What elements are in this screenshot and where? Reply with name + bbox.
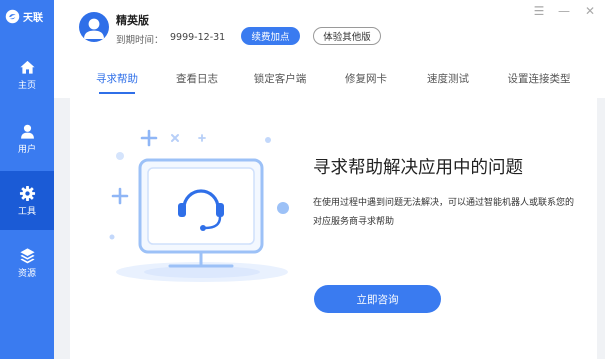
avatar-user-icon	[84, 18, 104, 39]
tab-help[interactable]: 寻求帮助	[96, 71, 138, 86]
content-area: 寻求帮助解决应用中的问题 在使用过程中遇到问题无法解决，可以通过智能机器人或联系…	[54, 98, 605, 359]
minimize-icon[interactable]: —	[557, 4, 571, 18]
close-icon[interactable]: ✕	[583, 4, 597, 18]
logo-text: 天联	[23, 12, 43, 24]
sidebar-item-label: 用户	[17, 144, 36, 155]
help-card: 寻求帮助解决应用中的问题 在使用过程中遇到问题无法解决，可以通过智能机器人或联系…	[70, 98, 597, 359]
help-title: 寻求帮助解决应用中的问题	[313, 158, 523, 178]
sidebar-item-tools[interactable]: 工具	[0, 171, 54, 230]
consult-now-button[interactable]: 立即咨询	[314, 285, 441, 313]
tab-connection-type[interactable]: 设置连接类型	[508, 71, 571, 86]
sidebar-item-home[interactable]: 主页	[0, 45, 54, 104]
layers-icon	[19, 247, 35, 263]
active-tab-indicator	[99, 92, 135, 94]
account-header: 精英版 到期时间： 9999-12-31 续费加点 体验其他版 ☰ — ✕	[54, 0, 605, 62]
sidebar-item-user[interactable]: 用户	[0, 109, 54, 168]
tool-tabs: 寻求帮助 查看日志 锁定客户端 修复网卡 速度测试 设置连接类型	[54, 62, 605, 98]
expiry-label: 到期时间：	[116, 35, 164, 46]
tab-repair-nic[interactable]: 修复网卡	[345, 71, 387, 86]
menu-icon[interactable]: ☰	[532, 4, 546, 18]
tab-lock-client[interactable]: 锁定客户端	[254, 71, 307, 86]
tab-logs[interactable]: 查看日志	[176, 71, 218, 86]
gear-icon	[19, 185, 35, 201]
sidebar-item-label: 工具	[17, 206, 36, 217]
expiry-date: 9999-12-31	[170, 32, 226, 43]
logo-icon	[5, 9, 20, 23]
user-icon	[20, 124, 34, 139]
help-description: 在使用过程中遇到问题无法解决，可以通过智能机器人或联系您的对应服务商寻求帮助	[313, 198, 575, 227]
tab-speed-test[interactable]: 速度测试	[427, 71, 469, 86]
try-other-edition-button[interactable]: 体验其他版	[313, 27, 381, 45]
sidebar-item-resources[interactable]: 资源	[0, 233, 54, 292]
support-illustration	[109, 129, 289, 282]
sidebar-item-label: 主页	[17, 80, 36, 91]
renew-button[interactable]: 续费加点	[241, 27, 300, 45]
sidebar-item-label: 资源	[17, 268, 36, 279]
avatar[interactable]	[79, 12, 109, 42]
app-logo: 天联	[5, 6, 51, 26]
home-icon	[19, 60, 35, 74]
sidebar: 天联 主页 用户 工具 资源	[0, 0, 54, 359]
edition-label: 精英版	[116, 14, 149, 27]
